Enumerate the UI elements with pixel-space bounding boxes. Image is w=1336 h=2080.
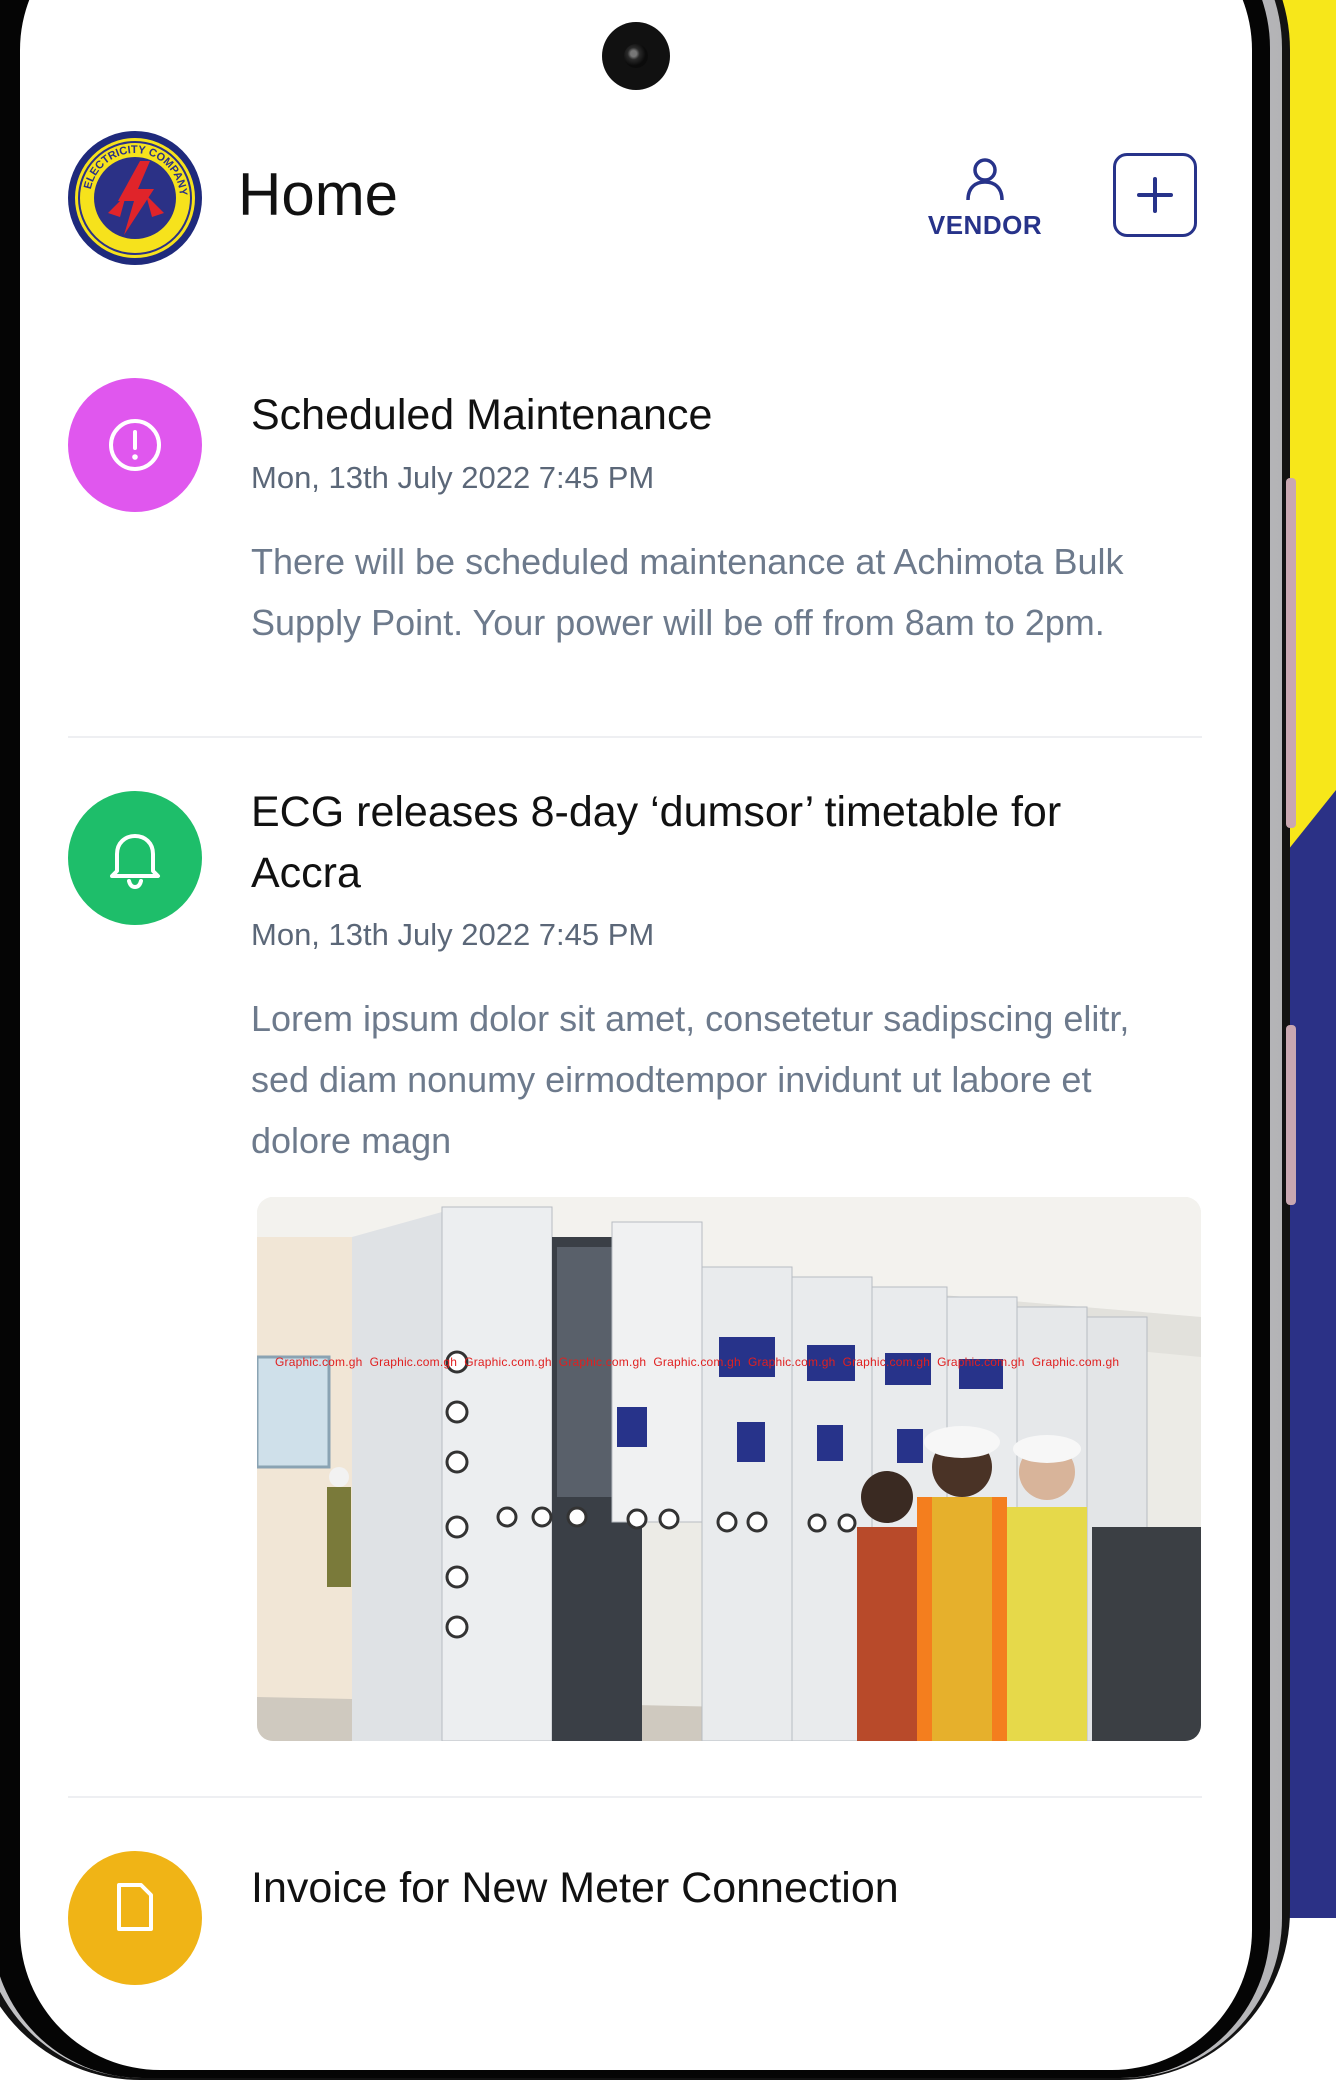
notification-date: Mon, 13th July 2022 7:45 PM [251, 917, 655, 952]
ecg-logo: ELECTRICITY COMPANY GHANA LTD. [68, 131, 202, 265]
add-button[interactable] [1113, 153, 1197, 237]
side-button-power [1286, 1025, 1296, 1205]
switchgear-photo [257, 1197, 1201, 1741]
vendor-label: VENDOR [927, 210, 1043, 240]
lightning-icon: ELECTRICITY COMPANY GHANA LTD. [68, 131, 192, 255]
document-icon [117, 1883, 153, 1931]
photo-watermark: Graphic.com.gh Graphic.com.gh Graphic.co… [275, 1355, 1120, 1369]
alert-badge [68, 378, 202, 512]
notification-body: There will be scheduled maintenance at A… [251, 541, 1124, 643]
invoice-badge [68, 1851, 202, 1985]
divider [68, 1796, 1202, 1798]
bell-badge [68, 791, 202, 925]
vendor-button[interactable]: VENDOR [922, 152, 1048, 244]
app-header: ELECTRICITY COMPANY GHANA LTD. Home VEND… [0, 0, 1336, 280]
notification-title: Invoice for New Meter Connection [251, 1864, 899, 1912]
page-title: Home [238, 161, 399, 228]
plus-icon [1137, 177, 1173, 213]
notification-body: Lorem ipsum dolor sit amet, consetetur s… [251, 998, 1130, 1161]
side-button-volume [1286, 478, 1296, 828]
user-icon [966, 158, 1004, 201]
alert-circle-icon [109, 419, 161, 471]
notification-date: Mon, 13th July 2022 7:45 PM [251, 460, 655, 495]
notification-title: Scheduled Maintenance [251, 391, 713, 439]
news-photo[interactable]: Graphic.com.gh Graphic.com.gh Graphic.co… [257, 1197, 1201, 1741]
notification-title: ECG releases 8-day ‘dumsor’ timetable fo… [251, 788, 1062, 897]
divider [68, 736, 1202, 738]
bell-icon [110, 834, 160, 890]
